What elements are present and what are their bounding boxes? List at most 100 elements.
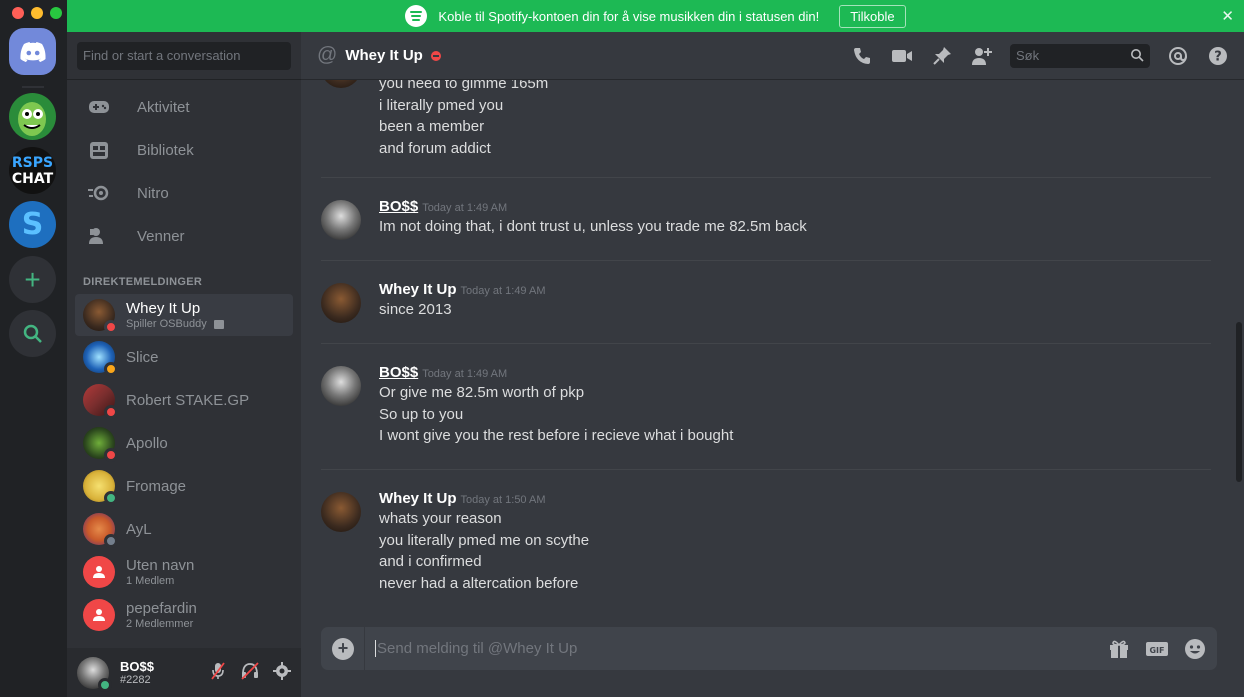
find-conversation-input[interactable]: Find or start a conversation	[77, 42, 291, 70]
message-text: been a member	[379, 118, 485, 135]
mute-microphone-icon[interactable]	[209, 662, 227, 680]
dm-item-fromage[interactable]: Fromage	[75, 465, 293, 507]
dm-member-count: 1 Medlem	[126, 575, 175, 587]
dm-name: pepefardin	[126, 600, 197, 617]
server-s[interactable]: S	[9, 201, 56, 248]
message-group: you need to gimme 165m i literally pmed …	[321, 80, 1211, 159]
dm-item-robert-stake-gp[interactable]: Robert STAKE.GP	[75, 379, 293, 421]
nav-label-nitro: Nitro	[137, 184, 169, 202]
avatar[interactable]	[321, 492, 361, 532]
dm-name: Slice	[126, 348, 159, 366]
message-group: Whey It Up Today at 1:49 AM since 2013	[321, 281, 1211, 323]
emoji-picker-icon[interactable]	[1183, 637, 1207, 661]
connect-spotify-button[interactable]: Tilkoble	[839, 4, 906, 28]
server-rail: RSPS CHAT S +	[0, 0, 67, 697]
avatar[interactable]	[321, 366, 361, 406]
message-group: BO$$ Today at 1:49 AM Or give me 82.5m wo…	[321, 364, 1211, 447]
pinned-messages-icon[interactable]	[930, 44, 954, 68]
avatar	[83, 470, 118, 505]
message-author[interactable]: Whey It Up	[379, 490, 457, 507]
close-banner-icon[interactable]: ✕	[1221, 7, 1234, 25]
window-controls	[12, 7, 62, 19]
message-group: BO$$ Today at 1:49 AM Im not doing that, …	[321, 198, 1211, 240]
message-divider	[321, 177, 1211, 178]
gif-picker-icon[interactable]: GIF	[1145, 637, 1169, 661]
message-author[interactable]: BO$$	[379, 364, 418, 381]
rich-presence-icon	[213, 319, 224, 329]
scrollbar-thumb[interactable]	[1236, 322, 1242, 482]
start-voice-call-icon[interactable]	[850, 44, 874, 68]
dm-name: Robert STAKE.GP	[126, 391, 250, 409]
server-separator	[22, 86, 44, 88]
dm-item-ayl[interactable]: AyL	[75, 508, 293, 550]
dm-name: Uten navn	[126, 557, 195, 574]
svg-text:GIF: GIF	[1149, 646, 1164, 655]
nav-item-activity[interactable]: Aktivitet	[75, 87, 293, 127]
message-timestamp: Today at 1:50 AM	[460, 494, 546, 506]
message-text: Im not doing that, i dont trust u, unles…	[379, 218, 807, 235]
server-rsps-chat[interactable]: RSPS CHAT	[9, 147, 56, 194]
message-author[interactable]: BO$$	[379, 198, 418, 215]
dm-item-apollo[interactable]: Apollo	[75, 422, 293, 464]
dm-item-uten-navn[interactable]: Uten navn 1 Medlem	[75, 551, 293, 593]
start-video-call-icon[interactable]	[890, 44, 914, 68]
nav-label-friends: Venner	[137, 227, 185, 245]
explore-servers-button[interactable]	[9, 310, 56, 357]
dm-item-whey-it-up[interactable]: Whey It Up Spiller OSBuddy	[75, 294, 293, 336]
magnifier-icon	[1130, 48, 1144, 65]
nitro-icon	[87, 181, 111, 205]
server-rick-and-morty[interactable]	[9, 93, 56, 140]
sidebar-divider	[67, 79, 301, 80]
nav-item-nitro[interactable]: Nitro	[75, 173, 293, 213]
user-avatar[interactable]	[77, 656, 112, 692]
message-divider	[321, 469, 1211, 470]
add-server-button[interactable]: +	[9, 256, 56, 303]
dnd-status-icon	[104, 448, 118, 462]
dm-name: Fromage	[126, 477, 187, 495]
close-window-button[interactable]	[12, 7, 24, 19]
dm-activity: Spiller OSBuddy	[126, 318, 224, 330]
deafen-headphones-icon[interactable]	[241, 662, 259, 680]
avatar	[83, 427, 118, 462]
nav-item-friends[interactable]: Venner	[75, 216, 293, 256]
avatar	[83, 341, 118, 376]
minimize-window-button[interactable]	[31, 7, 43, 19]
pickle-rick-icon	[18, 102, 46, 136]
message-text: I wont give you the rest before i reciev…	[379, 427, 734, 444]
spotify-icon	[405, 5, 428, 27]
at-sign-icon: @	[317, 44, 338, 66]
server-label-bottom: CHAT	[11, 170, 54, 187]
message-input[interactable]: Send melding til @Whey It Up	[375, 640, 577, 657]
dm-item-slice[interactable]: Slice	[75, 336, 293, 378]
search-placeholder: Søk	[1016, 48, 1040, 63]
avatar[interactable]	[321, 200, 361, 240]
discord-app: RSPS CHAT S + Koble til Spotify-kontoen …	[0, 0, 1244, 697]
group-icon	[93, 609, 105, 621]
upload-plus-icon[interactable]: +	[332, 637, 354, 660]
composer-divider	[364, 627, 365, 670]
idle-status-icon	[104, 362, 118, 376]
message-text: never had a altercation before	[379, 574, 579, 592]
avatar[interactable]	[321, 80, 361, 88]
gamepad-icon	[87, 95, 111, 119]
nav-item-library[interactable]: Bibliotek	[75, 130, 293, 170]
user-discriminator: #2282	[120, 674, 151, 686]
message-composer[interactable]: + Send melding til @Whey It Up GIF	[321, 627, 1217, 670]
maximize-window-button[interactable]	[50, 7, 62, 19]
user-settings-gear-icon[interactable]	[273, 662, 291, 680]
message-text: you need to gimme 165m	[379, 80, 549, 92]
help-icon[interactable]: ?	[1206, 44, 1230, 68]
dm-sidebar: Find or start a conversation Aktivitet B…	[67, 32, 301, 697]
avatar[interactable]	[321, 283, 361, 323]
dm-item-pepefardin[interactable]: pepefardin 2 Medlemmer	[75, 594, 293, 636]
gift-icon[interactable]	[1107, 637, 1131, 661]
add-friends-to-dm-icon[interactable]	[970, 44, 994, 68]
search-input[interactable]: Søk	[1010, 44, 1150, 68]
friends-icon	[87, 224, 111, 248]
dm-name: AyL	[126, 520, 152, 538]
offline-status-icon	[104, 534, 118, 548]
home-button[interactable]	[9, 28, 56, 75]
spotify-notice-banner: Koble til Spotify-kontoen din for å vise…	[67, 0, 1244, 32]
message-author[interactable]: Whey It Up	[379, 281, 457, 298]
mentions-icon[interactable]	[1166, 44, 1190, 68]
